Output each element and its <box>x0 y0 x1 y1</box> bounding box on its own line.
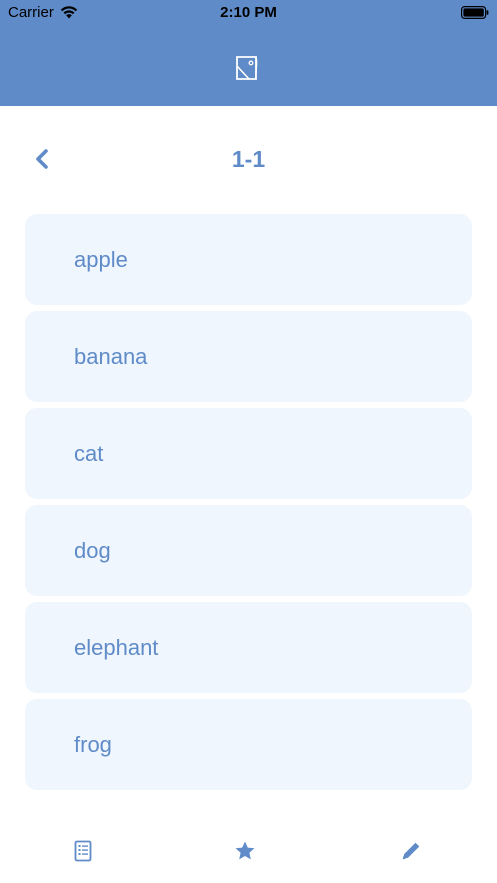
word-item-dog[interactable]: dog <box>25 505 472 596</box>
star-icon <box>235 841 255 860</box>
battery-icon <box>461 6 489 19</box>
app-header: Carrier 2:10 PM <box>0 0 497 106</box>
tab-bar <box>0 828 497 872</box>
word-label: apple <box>74 246 128 272</box>
word-list: apple banana cat dog elephant frog <box>25 214 472 796</box>
word-label: dog <box>74 537 111 563</box>
list-icon <box>74 840 92 862</box>
word-label: elephant <box>74 634 159 660</box>
navigation-bar: 1-1 <box>0 136 497 184</box>
page-title: 1-1 <box>231 146 266 172</box>
tab-list[interactable] <box>68 836 98 866</box>
status-bar: Carrier 2:10 PM <box>0 0 497 26</box>
tab-favorites[interactable] <box>230 836 260 866</box>
word-item-banana[interactable]: banana <box>25 311 472 402</box>
word-item-cat[interactable]: cat <box>25 408 472 499</box>
word-item-elephant[interactable]: elephant <box>25 602 472 693</box>
word-label: frog <box>74 731 112 757</box>
status-time: 2:10 PM <box>220 4 277 21</box>
pencil-icon <box>402 842 420 860</box>
word-label: banana <box>74 343 148 369</box>
word-item-apple[interactable]: apple <box>25 214 472 305</box>
tab-edit[interactable] <box>396 836 426 866</box>
word-label: cat <box>74 440 104 466</box>
book-logo-icon <box>236 56 258 80</box>
word-item-frog[interactable]: frog <box>25 699 472 790</box>
